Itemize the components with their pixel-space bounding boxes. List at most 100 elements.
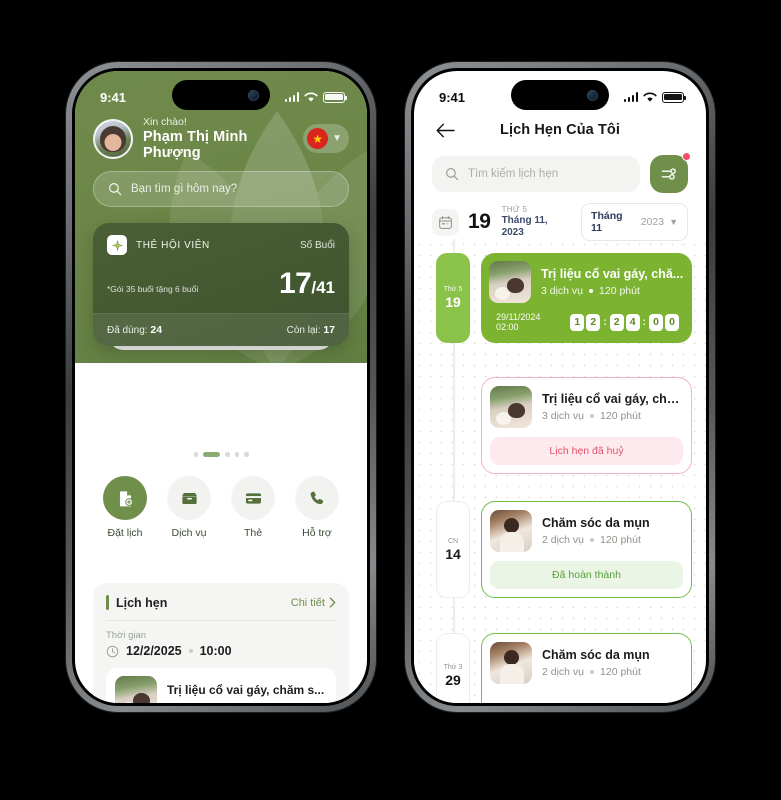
day-badge: Thứ 3 29	[436, 633, 470, 703]
search-filter-row: Tìm kiếm lịch hẹn	[432, 152, 691, 193]
language-selector[interactable]: ★ ▼	[303, 124, 349, 153]
greeting-text-block: Xin chào! Phạm Thị Minh Phượng	[143, 116, 293, 161]
sessions-left-label: Còn lại:	[286, 325, 321, 336]
countdown-digit: 0	[665, 313, 679, 331]
date-header: 19 THỨ 5 Tháng 11, 2023 Tháng 11 2023 ▼	[432, 203, 688, 241]
countdown-digit: 2	[609, 313, 624, 331]
search-icon	[109, 183, 122, 196]
day-badge: Thứ 5 19	[436, 253, 470, 343]
credit-card-icon	[231, 476, 275, 520]
spa-massage-photo	[489, 261, 531, 303]
avatar[interactable]	[93, 118, 133, 159]
membership-card-value-row: *Gói 35 buổi tặng 6 buổi 17/41	[107, 269, 335, 299]
service-count: 3 dịch vụ	[542, 410, 585, 422]
status-icons	[284, 91, 348, 103]
list-item[interactable]: Thứ 3 29 Chăm sóc da mụn 2 dịch vụ 120 p…	[414, 633, 692, 703]
service-duration: 120 phút	[600, 666, 641, 678]
countdown-separator: :	[603, 316, 607, 328]
search-placeholder: Bạn tìm gì hôm nay?	[131, 183, 238, 195]
appointment-card-completed[interactable]: Chăm sóc da mụn 2 dịch vụ 120 phút Đã ho…	[481, 501, 692, 598]
appointment-card-upcoming[interactable]: Trị liệu cổ vai gáy, chă... 3 dịch vụ 12…	[481, 253, 692, 343]
list-item[interactable]: CN 14 Chăm sóc da mụn 2 dịch vụ 120 phút…	[414, 501, 692, 598]
list-item[interactable]: Trị liệu cổ vai gáy, chă... 3 dịch vụ 12…	[414, 377, 692, 474]
sessions-used-value: 24	[150, 324, 163, 336]
membership-card-footer: Đã dùng: 24 Còn lại: 17	[93, 313, 349, 346]
appointment-meta: 2 dịch vụ 120 phút	[542, 666, 683, 678]
appointment-card-cancelled[interactable]: Trị liệu cổ vai gáy, chă... 3 dịch vụ 12…	[481, 377, 692, 474]
search-input[interactable]: Tìm kiếm lịch hẹn	[432, 156, 640, 192]
sessions-remaining: 17	[278, 267, 312, 300]
carousel-dot-active[interactable]	[203, 452, 220, 457]
detail-link-label: Chi tiết	[290, 596, 325, 609]
day-badge: CN 14	[436, 501, 470, 598]
signal-bars-icon	[623, 92, 638, 102]
status-time: 9:41	[100, 89, 127, 105]
appointment-time-row: 12/2/2025 10:00	[106, 644, 336, 658]
quick-action-label: Đặt lịch	[107, 527, 143, 539]
countdown-digit: 4	[625, 313, 640, 331]
countdown-digit: 0	[649, 313, 663, 331]
month-selector[interactable]: Tháng 11 2023 ▼	[581, 203, 688, 241]
status-icons	[623, 91, 687, 103]
search-icon	[446, 168, 459, 181]
service-count: 3 dịch vụ	[167, 702, 209, 704]
appointment-card-completed[interactable]: Chăm sóc da mụn 2 dịch vụ 120 phút	[481, 633, 692, 703]
phone-device-right: 9:41 Lịch Hẹn Của Tôi Tìm kiếm lịch hẹn …	[405, 62, 715, 712]
quick-action-ho-tro[interactable]: Hỗ trợ	[288, 476, 346, 539]
user-name: Phạm Thị Minh Phượng	[143, 129, 248, 161]
document-add-icon	[103, 476, 147, 520]
quick-action-dat-lich[interactable]: Đặt lịch	[96, 476, 154, 539]
appointment-meta: 3 dịch vụ 120 phút	[541, 285, 684, 297]
appointment-name: Chăm sóc da mụn	[542, 516, 650, 530]
calendar-icon[interactable]	[432, 208, 459, 236]
spa-massage-photo	[490, 386, 532, 428]
carousel-indicator[interactable]	[75, 452, 367, 457]
appointments-list[interactable]: Thứ 5 19 Trị liệu cổ vai gáy, chă... 3 d…	[414, 239, 706, 703]
service-duration: 120 phút	[600, 534, 641, 546]
filter-sliders-icon	[661, 168, 676, 180]
sessions-used: Đã dùng: 24	[107, 324, 162, 336]
carousel-dot[interactable]	[244, 452, 249, 457]
appointment-service-row[interactable]: Trị liệu cổ vai gáy, chăm s... 3 dịch vụ…	[106, 668, 336, 703]
service-info: Trị liệu cổ vai gáy, chăm s... 3 dịch vụ…	[167, 681, 327, 704]
appointment-info: Chăm sóc da mụn 2 dịch vụ 120 phút	[542, 648, 683, 678]
phone-bezel-left: 9:41 Xin chào! Phạm Thị Minh Phượng ★ ▼ …	[72, 68, 370, 706]
day-badge-day: 29	[445, 671, 461, 688]
countdown-timer: 1 2 : 2 4 : 0 0	[570, 313, 679, 331]
service-count: 3 dịch vụ	[541, 285, 584, 297]
appointment-card-main: Chăm sóc da mụn 2 dịch vụ 120 phút	[490, 642, 683, 684]
carousel-dot[interactable]	[225, 452, 230, 457]
appointment-panel: Lịch hẹn Chi tiết Thời gian 12/2/2025 10…	[93, 583, 349, 703]
appointment-info: Trị liệu cổ vai gáy, chă... 3 dịch vụ 12…	[542, 392, 683, 422]
quick-action-dich-vu[interactable]: Dịch vụ	[160, 476, 218, 539]
carousel-dot[interactable]	[234, 452, 239, 457]
notification-badge	[682, 152, 691, 161]
appointment-panel-header: Lịch hẹn Chi tiết	[106, 595, 336, 621]
quick-action-label: Thẻ	[243, 527, 263, 539]
phone-bezel-right: 9:41 Lịch Hẹn Của Tôi Tìm kiếm lịch hẹn …	[411, 68, 709, 706]
quick-action-the[interactable]: Thẻ	[224, 476, 282, 539]
day-badge-placeholder	[436, 377, 470, 474]
day-badge-day: 19	[445, 294, 461, 310]
quick-action-label: Hỗ trợ	[302, 527, 332, 539]
search-input[interactable]: Bạn tìm gì hôm nay?	[93, 171, 349, 207]
sessions-total: /41	[311, 278, 335, 297]
app-screen-appointments: 9:41 Lịch Hẹn Của Tôi Tìm kiếm lịch hẹn …	[414, 71, 706, 703]
skincare-photo	[490, 642, 532, 684]
filter-button[interactable]	[650, 152, 691, 193]
service-name: Trị liệu cổ vai gáy, chăm s...	[167, 682, 325, 697]
appointment-detail-link[interactable]: Chi tiết	[291, 597, 336, 609]
skincare-photo	[490, 510, 532, 552]
separator-dot	[188, 649, 193, 653]
countdown-date: 29/11/2024	[496, 312, 541, 322]
carousel-dot[interactable]	[193, 452, 198, 457]
user-greeting-bar: Xin chào! Phạm Thị Minh Phượng ★ ▼	[75, 116, 367, 161]
countdown-separator: :	[642, 316, 646, 328]
membership-card[interactable]: THẺ HỘI VIÊN Số Buổi *Gói 35 buổi tặng 6…	[93, 223, 349, 346]
list-item[interactable]: Thứ 5 19 Trị liệu cổ vai gáy, chă... 3 d…	[414, 253, 692, 343]
spa-massage-photo	[115, 676, 157, 703]
membership-brand: THẺ HỘI VIÊN	[107, 235, 210, 255]
countdown-digit: 1	[570, 313, 585, 331]
countdown-datetime: 29/11/2024 02:00	[496, 312, 570, 332]
appointment-date: 12/2/2025	[126, 644, 182, 658]
